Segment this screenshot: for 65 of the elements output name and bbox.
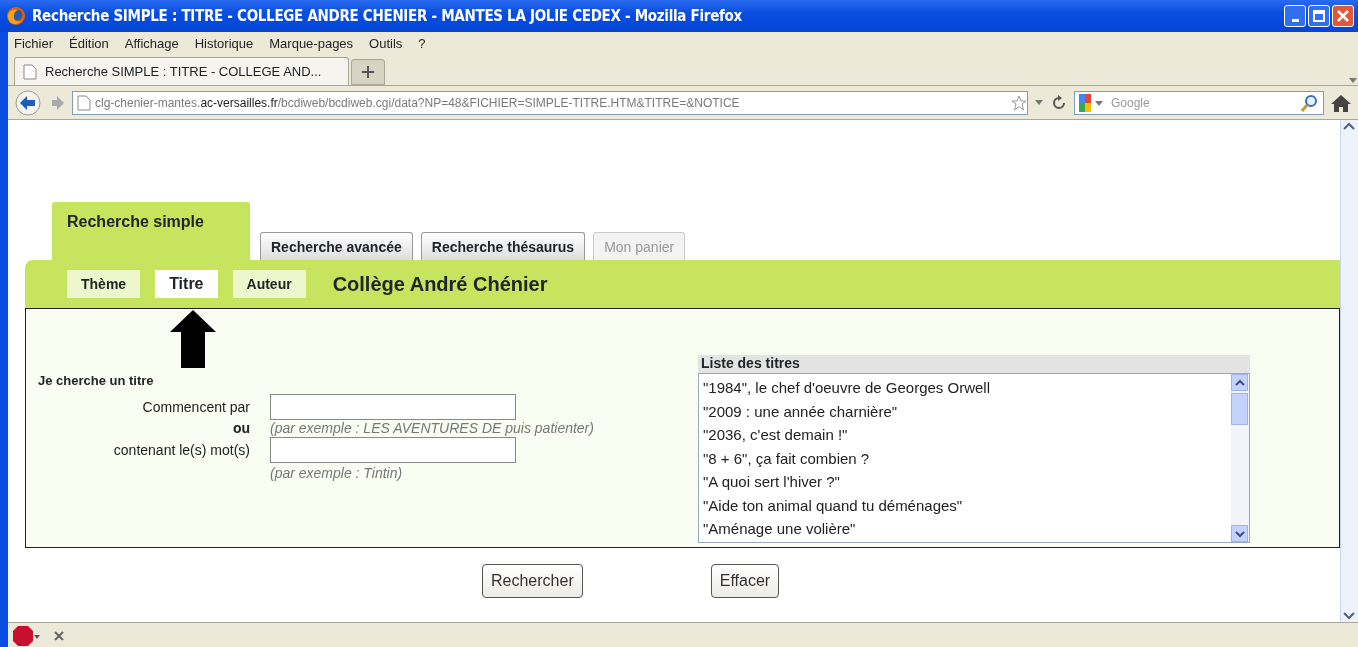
close-button[interactable]: [1332, 5, 1354, 27]
scroll-thumb[interactable]: [1231, 393, 1248, 425]
maximize-button[interactable]: [1308, 5, 1330, 27]
url-field[interactable]: clg-chenier-mantes.ac-versailles.fr/bcdiweb/bcdiweb.cgi/data?NP=48&FICHIER=SIMPLE-TITRE.HTM&TITRE=&NOTICE: [72, 90, 1028, 115]
star-icon[interactable]: [1011, 94, 1027, 111]
page-tab[interactable]: Recherche avancée: [260, 232, 413, 260]
list-item[interactable]: "Aménage une volière": [703, 517, 1227, 541]
minimize-button[interactable]: [1284, 5, 1306, 27]
scroll-up-icon[interactable]: [1341, 120, 1357, 132]
new-tab-button[interactable]: [351, 59, 385, 85]
menu-item[interactable]: Historique: [194, 34, 254, 54]
search-icon[interactable]: [1301, 93, 1319, 112]
dropdown-icon[interactable]: [1034, 98, 1044, 107]
subtab[interactable]: Titre: [155, 270, 218, 298]
menu-item[interactable]: Marque-pages: [269, 34, 354, 54]
scroll-up-icon[interactable]: [1234, 378, 1245, 387]
hint-text: (par exemple : LES AVENTURES DE puis patienter): [270, 419, 594, 438]
page-tab: Mon panier: [593, 232, 686, 260]
field-label: Commencent par: [141, 397, 250, 417]
form-button[interactable]: Rechercher: [482, 564, 583, 598]
scroll-down-icon[interactable]: [1341, 610, 1357, 622]
page-icon: [77, 94, 91, 111]
list-item[interactable]: "Aide ton animal quand tu déménages": [703, 493, 1227, 517]
page-icon: [23, 63, 37, 80]
subtab[interactable]: Auteur: [232, 270, 306, 298]
page-tab[interactable]: Recherche thésaurus: [420, 232, 586, 260]
subtab[interactable]: Thème: [67, 270, 141, 298]
list-item[interactable]: "1984", le chef d'oeuvre de Georges Orwell: [703, 376, 1227, 400]
text-input[interactable]: [270, 437, 516, 463]
minimize-icon: [1291, 19, 1299, 22]
school-name: Collège André Chénier: [332, 272, 548, 296]
home-icon[interactable]: [1330, 92, 1352, 113]
list-item[interactable]: "2009 : une année charnière": [703, 399, 1227, 423]
text-input[interactable]: [270, 394, 516, 420]
title-listbox[interactable]: [698, 373, 1250, 543]
back-icon[interactable]: [14, 89, 44, 116]
field-label: ou: [231, 419, 250, 438]
page-tab[interactable]: Recherche simple: [52, 202, 250, 260]
form-button[interactable]: Effacer: [710, 564, 780, 598]
menu-item[interactable]: ?: [418, 34, 426, 54]
search-bar[interactable]: Google: [1074, 90, 1324, 115]
menu-item[interactable]: Fichier: [14, 34, 53, 54]
reload-icon[interactable]: [1050, 93, 1068, 112]
list-item[interactable]: "2036, c'est demain !": [703, 423, 1227, 447]
menu-item[interactable]: Affichage: [124, 34, 179, 54]
window-title: Recherche SIMPLE : TITRE - COLLEGE ANDRE CHENIER - MANTES LA JOLIE CEDEX - Mozilla Firefox: [32, 7, 743, 25]
scrollbar[interactable]: [1231, 374, 1249, 542]
browser-tab[interactable]: Recherche SIMPLE : TITRE - COLLEGE AND...: [14, 57, 349, 85]
list-heading: Liste des titres: [698, 355, 1250, 373]
menu-item[interactable]: Édition: [69, 34, 109, 54]
dropdown-icon[interactable]: [1348, 77, 1358, 85]
close-icon: [1337, 10, 1349, 22]
hint-text: (par exemple : Tintin): [270, 464, 403, 483]
menu-item[interactable]: Outils: [369, 34, 403, 54]
close-icon[interactable]: [54, 631, 64, 641]
maximize-icon: [1313, 10, 1325, 22]
form-heading: Je cherche un titre: [38, 373, 155, 388]
arrow-icon: [169, 310, 217, 368]
adblock-icon[interactable]: [12, 625, 40, 647]
plus-icon: [362, 66, 374, 78]
list-item[interactable]: "8 + 6", ça fait combien ?: [703, 446, 1227, 470]
scroll-down-icon[interactable]: [1234, 529, 1245, 538]
list-item[interactable]: "A quoi sert l'hiver ?": [703, 470, 1227, 494]
field-label: contenant le(s) mot(s): [112, 440, 250, 460]
scrollbar[interactable]: [1340, 120, 1358, 622]
